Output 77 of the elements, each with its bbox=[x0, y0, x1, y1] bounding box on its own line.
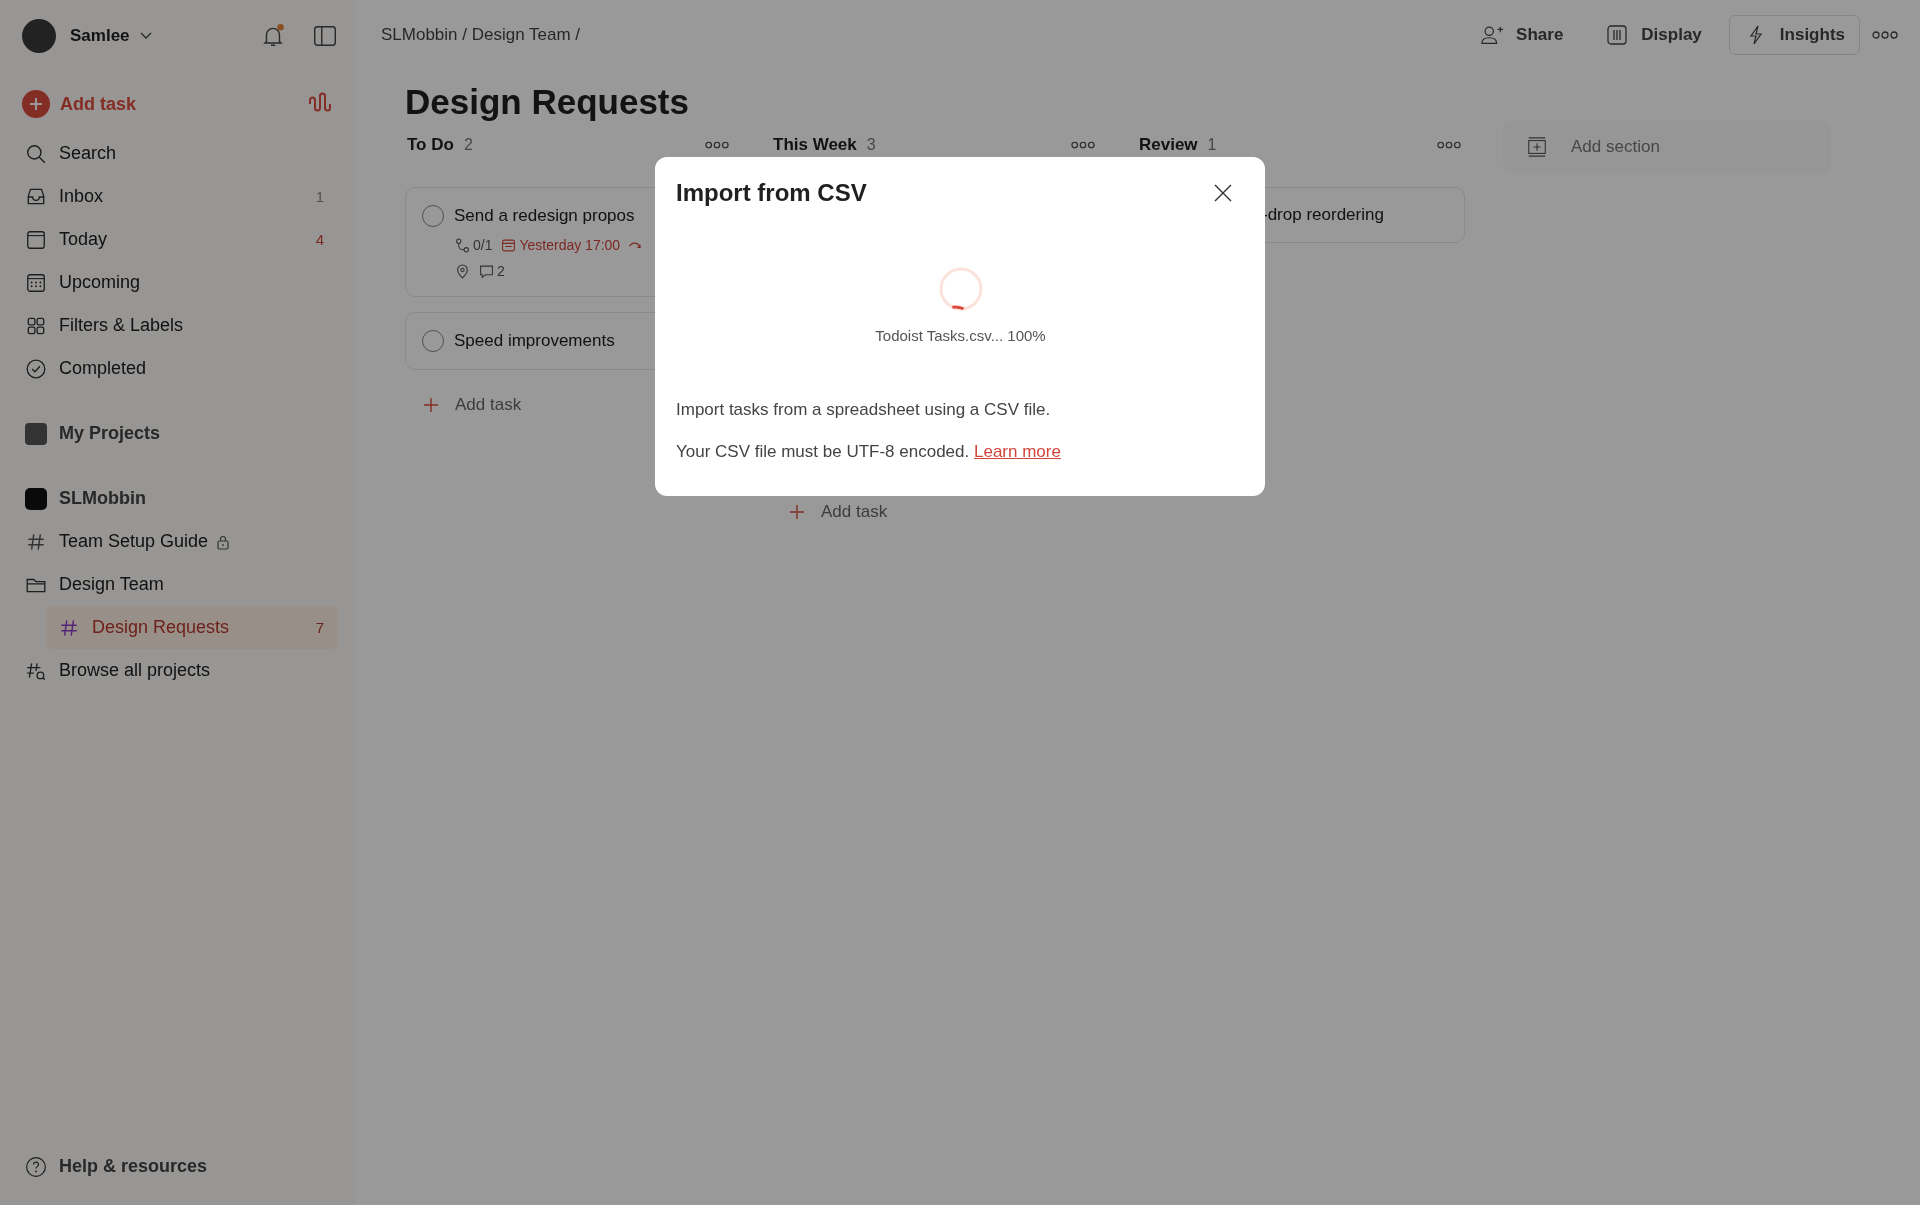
sidebar-item[interactable]: My Projects bbox=[22, 412, 338, 455]
chevron-down-icon bbox=[139, 32, 152, 40]
item-count: 1 bbox=[315, 188, 324, 205]
calendar-grid-icon bbox=[25, 271, 47, 294]
column-count: 2 bbox=[463, 136, 473, 154]
nav-label: Inbox bbox=[59, 186, 104, 207]
column-title: This Week bbox=[773, 135, 857, 155]
nav-label: Search bbox=[59, 143, 117, 164]
nav-label: Completed bbox=[59, 358, 147, 379]
bell-icon[interactable] bbox=[260, 23, 286, 49]
plus-icon bbox=[789, 504, 805, 520]
due-date: Yesterday 17:00 bbox=[519, 237, 621, 253]
sidebar-item[interactable]: Today 4 bbox=[22, 218, 338, 261]
toolbar-button[interactable]: Insights bbox=[1728, 15, 1860, 55]
project-name: Browse all projects bbox=[59, 660, 211, 681]
search-icon bbox=[25, 142, 47, 165]
nav-label: Filters & Labels bbox=[59, 315, 184, 336]
more-icon[interactable] bbox=[1872, 31, 1898, 39]
task-title: -drop reordering bbox=[1262, 205, 1384, 225]
add-section-icon bbox=[1525, 136, 1549, 158]
avatar bbox=[25, 422, 47, 445]
sidebar-item[interactable]: Team Setup Guide bbox=[22, 520, 338, 563]
page-title: Design Requests bbox=[405, 82, 690, 122]
add-task-button[interactable]: Add task bbox=[771, 492, 1099, 532]
subtask-icon bbox=[455, 237, 470, 253]
help-label: Help & resources bbox=[59, 1156, 208, 1177]
breadcrumb[interactable]: SLMobbin / Design Team / bbox=[381, 25, 581, 45]
learn-more-link[interactable]: Learn more bbox=[973, 442, 1061, 461]
column-title: Review bbox=[1139, 135, 1198, 155]
sidebar-item[interactable]: Design Requests 7 bbox=[46, 606, 338, 649]
more-icon[interactable] bbox=[705, 141, 729, 149]
column-count: 3 bbox=[866, 136, 876, 154]
task-title: Speed improvements bbox=[454, 331, 615, 351]
person-plus-icon bbox=[1480, 24, 1505, 46]
sidebar-item[interactable]: Filters & Labels bbox=[22, 304, 338, 347]
plus-circle-icon bbox=[22, 90, 50, 118]
sidebar-item[interactable]: Upcoming bbox=[22, 261, 338, 304]
sidebar-item[interactable]: SLMobbin bbox=[22, 477, 338, 520]
column-count: 1 bbox=[1207, 136, 1217, 154]
close-icon[interactable] bbox=[1213, 183, 1233, 203]
sidebar-item[interactable]: Completed bbox=[22, 347, 338, 390]
sidebar-toggle-icon[interactable] bbox=[312, 23, 338, 49]
user-menu-button[interactable]: Samlee bbox=[66, 26, 152, 46]
nav-label: Today bbox=[59, 229, 108, 250]
comment-icon bbox=[479, 263, 494, 279]
task-title: Send a redesign propos bbox=[454, 206, 635, 226]
sidebar-item[interactable]: Browse all projects bbox=[22, 649, 338, 692]
calendar-icon bbox=[25, 228, 47, 251]
more-icon[interactable] bbox=[1071, 141, 1095, 149]
section-label: My Projects bbox=[59, 423, 161, 444]
encoding-note: Your CSV file must be UTF-8 encoded. bbox=[676, 442, 970, 461]
columns-icon bbox=[1605, 24, 1630, 46]
item-count: 7 bbox=[315, 619, 324, 636]
plus-icon bbox=[423, 397, 439, 413]
dialog-description: Import tasks from a spreadsheet using a CSV file. bbox=[676, 400, 1052, 420]
toolbar-button[interactable]: Display bbox=[1590, 15, 1717, 55]
help-icon bbox=[25, 1155, 47, 1178]
sidebar-item[interactable]: Design Team bbox=[22, 563, 338, 606]
more-icon[interactable] bbox=[1437, 141, 1461, 149]
project-name: Design Team bbox=[59, 574, 164, 595]
item-count: 4 bbox=[315, 231, 324, 248]
column-title: To Do bbox=[407, 135, 454, 155]
calendar-icon bbox=[501, 237, 517, 253]
nav-label: Upcoming bbox=[59, 272, 141, 293]
team-logo-icon bbox=[25, 487, 47, 510]
avatar[interactable] bbox=[22, 19, 56, 53]
sidebar-item[interactable]: Inbox 1 bbox=[22, 175, 338, 218]
subtask-count: 0/1 bbox=[473, 237, 493, 253]
project-name: Design Requests bbox=[92, 617, 230, 638]
sidebar-item[interactable]: Search bbox=[22, 132, 338, 175]
section-label: SLMobbin bbox=[59, 488, 146, 509]
check-circle-icon bbox=[25, 357, 47, 380]
comment-count: 2 bbox=[497, 263, 505, 279]
toolbar-button[interactable]: Share bbox=[1465, 15, 1579, 55]
upload-status: Todoist Tasks.csv... 100% bbox=[875, 327, 1046, 344]
help-link[interactable]: Help & resources bbox=[22, 1145, 338, 1188]
project-name: Team Setup Guide bbox=[59, 531, 209, 552]
